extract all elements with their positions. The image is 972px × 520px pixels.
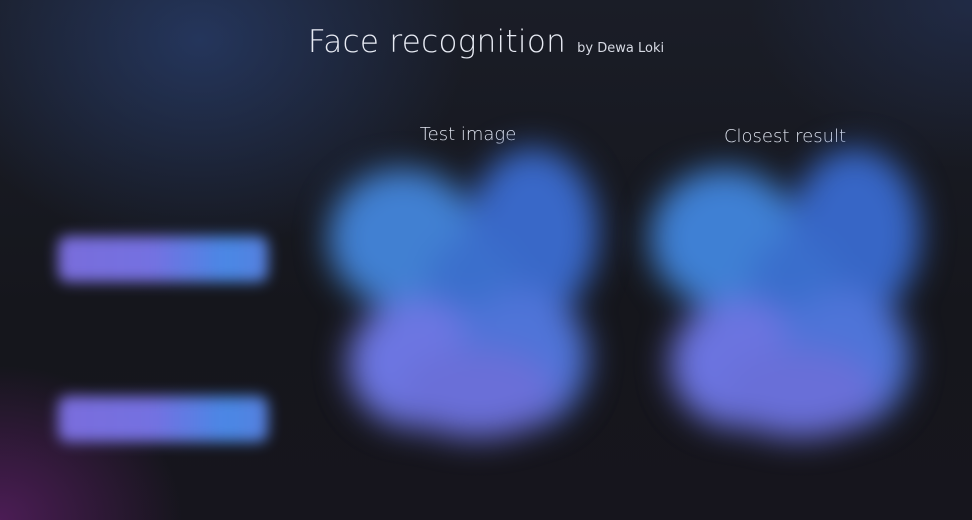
author-byline: by Dewa Loki [577, 41, 665, 56]
action-button-2[interactable] [58, 396, 268, 442]
action-button-1-label [58, 236, 268, 282]
test-image [318, 148, 608, 448]
closest-result-image [640, 148, 930, 448]
action-button-2-label [58, 396, 268, 442]
action-button-1[interactable] [58, 236, 268, 282]
closest-result-title: Closest result [723, 126, 847, 147]
app-window: Face recognition by Dewa Loki Test image… [0, 0, 972, 520]
test-image-title: Test image [419, 124, 517, 145]
header: Face recognition by Dewa Loki [0, 24, 972, 60]
page-title: Face recognition [307, 24, 567, 60]
